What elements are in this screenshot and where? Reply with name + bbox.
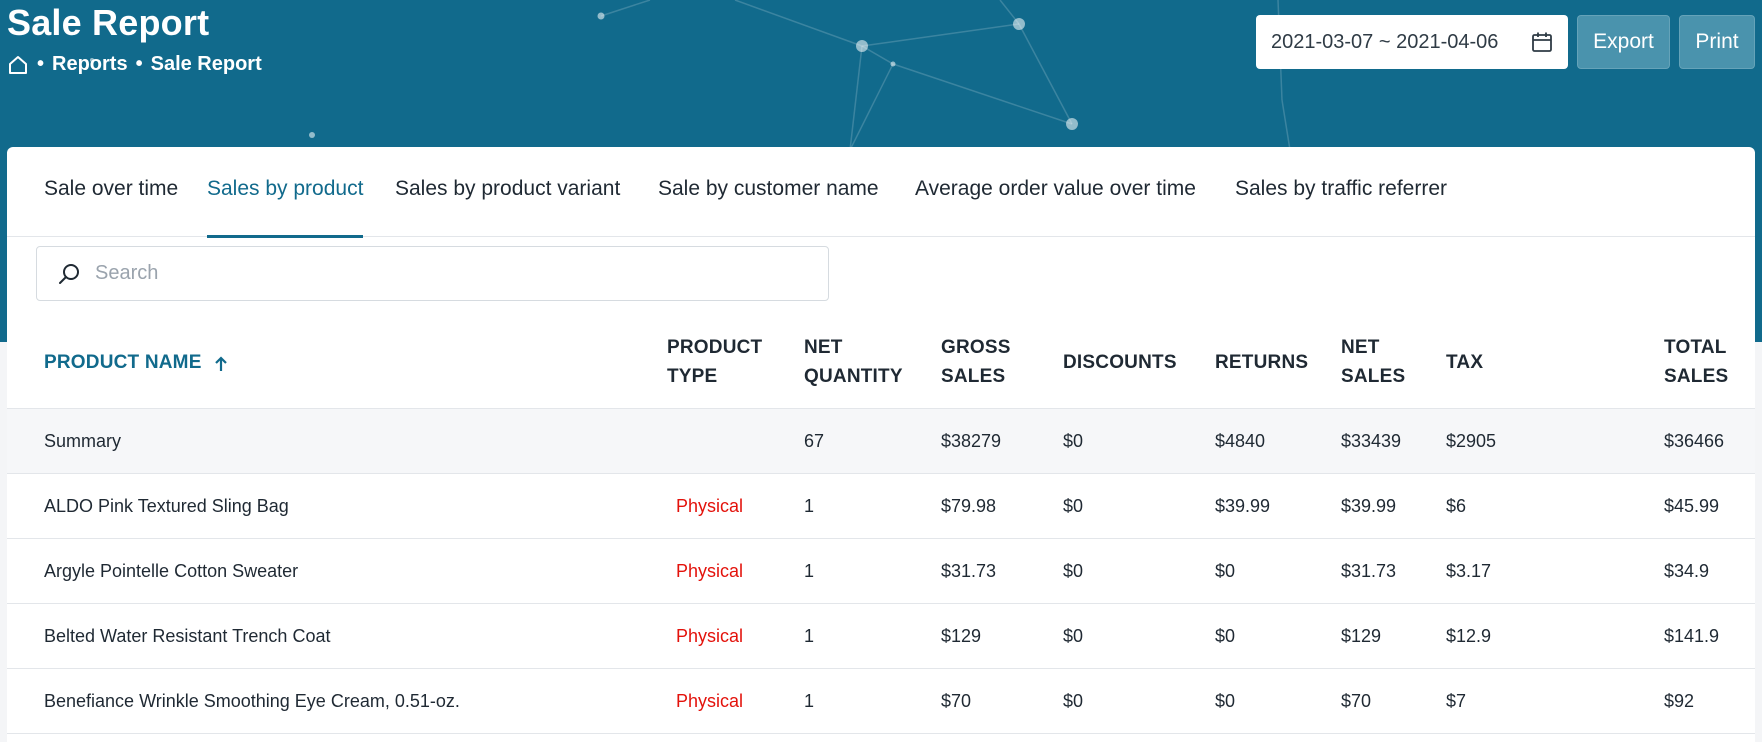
tab-sales-by-product[interactable]: Sales by product xyxy=(207,177,364,238)
column-header-label: NET xyxy=(1341,337,1380,358)
column-header-discounts[interactable]: DISCOUNTS xyxy=(1063,315,1177,409)
gross-sales: $79.98 xyxy=(941,495,997,516)
table-row[interactable]: Belted Water Resistant Trench Coat Physi… xyxy=(7,604,1755,669)
column-header-net-quantity[interactable]: NET QUANTITY xyxy=(804,315,903,409)
discounts: $0 xyxy=(1063,690,1084,711)
table-row[interactable]: Argyle Pointelle Cotton Sweater Physical… xyxy=(7,539,1755,604)
column-header-label: TOTAL xyxy=(1664,337,1727,358)
date-range-picker[interactable]: 2021-03-07 ~ 2021-04-06 xyxy=(1256,15,1568,69)
product-type: Physical xyxy=(676,495,744,516)
search-icon xyxy=(57,262,81,286)
summary-net-sales: $33439 xyxy=(1341,430,1402,451)
column-header-label: PRODUCT xyxy=(667,337,763,358)
print-button[interactable]: Print xyxy=(1679,15,1755,69)
column-header-net-sales[interactable]: NET SALES xyxy=(1341,315,1405,409)
discounts: $0 xyxy=(1063,495,1084,516)
product-type: Physical xyxy=(676,560,744,581)
product-name[interactable]: Belted Water Resistant Trench Coat xyxy=(44,604,330,668)
table-row[interactable]: Benefiance Wrinkle Smoothing Eye Cream, … xyxy=(7,669,1755,734)
sales-table: PRODUCT NAME PRODUCT TYPE NET QUANTITY GRO… xyxy=(7,315,1755,734)
column-header-tax[interactable]: TAX xyxy=(1446,315,1483,409)
discounts: $0 xyxy=(1063,560,1084,581)
product-name[interactable]: ALDO Pink Textured Sling Bag xyxy=(44,474,289,538)
returns: $39.99 xyxy=(1215,495,1271,516)
net-sales: $39.99 xyxy=(1341,495,1397,516)
returns: $0 xyxy=(1215,690,1236,711)
tax: $6 xyxy=(1446,495,1467,516)
column-header-returns[interactable]: RETURNS xyxy=(1215,315,1308,409)
summary-total-sales: $36466 xyxy=(1664,430,1725,451)
gross-sales: $129 xyxy=(941,625,982,646)
summary-row: Summary 67 $38279 $0 $4840 $33439 $2905 … xyxy=(7,409,1755,474)
tab-average-order-value[interactable]: Average order value over time xyxy=(915,177,1196,237)
column-header-label: SALES xyxy=(1664,366,1729,387)
column-header-total-sales[interactable]: TOTAL SALES xyxy=(1664,315,1728,409)
returns: $0 xyxy=(1215,625,1236,646)
tax: $7 xyxy=(1446,690,1467,711)
product-name[interactable]: Argyle Pointelle Cotton Sweater xyxy=(44,539,298,603)
column-header-label: SALES xyxy=(941,366,1006,387)
total-sales: $141.9 xyxy=(1664,625,1720,646)
gross-sales: $70 xyxy=(941,690,972,711)
summary-discounts: $0 xyxy=(1063,430,1084,451)
net-quantity: 1 xyxy=(804,560,815,581)
column-header-product-name[interactable]: PRODUCT NAME xyxy=(44,315,230,409)
column-header-gross-sales[interactable]: GROSS SALES xyxy=(941,315,1011,409)
tab-sale-over-time[interactable]: Sale over time xyxy=(44,177,178,237)
net-sales: $129 xyxy=(1341,625,1382,646)
export-button[interactable]: Export xyxy=(1577,15,1670,69)
column-header-label: QUANTITY xyxy=(804,366,903,387)
product-name[interactable]: Benefiance Wrinkle Smoothing Eye Cream, … xyxy=(44,669,460,733)
home-icon[interactable] xyxy=(7,54,29,76)
summary-tax: $2905 xyxy=(1446,430,1497,451)
search-input[interactable] xyxy=(95,262,695,285)
breadcrumb-current: Sale Report xyxy=(150,53,262,75)
date-range-value: 2021-03-07 ~ 2021-04-06 xyxy=(1271,30,1499,53)
total-sales: $92 xyxy=(1664,690,1695,711)
table-row[interactable]: ALDO Pink Textured Sling Bag Physical 1 … xyxy=(7,474,1755,539)
column-header-label: NET xyxy=(804,337,843,358)
summary-gross-sales: $38279 xyxy=(941,430,1002,451)
total-sales: $45.99 xyxy=(1664,495,1720,516)
total-sales: $34.9 xyxy=(1664,560,1710,581)
net-quantity: 1 xyxy=(804,690,815,711)
arrow-up-icon xyxy=(212,353,230,371)
breadcrumb: • Reports • Sale Report xyxy=(7,53,262,76)
calendar-icon[interactable] xyxy=(1530,30,1554,54)
summary-returns: $4840 xyxy=(1215,430,1266,451)
net-quantity: 1 xyxy=(804,495,815,516)
column-header-label: SALES xyxy=(1341,366,1406,387)
net-quantity: 1 xyxy=(804,625,815,646)
gross-sales: $31.73 xyxy=(941,560,997,581)
report-tabs: Sale over time Sales by product Sales by… xyxy=(7,147,1755,238)
column-header-product-type[interactable]: PRODUCT TYPE xyxy=(667,315,762,409)
page-title: Sale Report xyxy=(7,2,210,43)
returns: $0 xyxy=(1215,560,1236,581)
summary-label: Summary xyxy=(44,430,122,451)
breadcrumb-separator: • xyxy=(37,53,45,75)
column-header-label: PRODUCT NAME xyxy=(44,351,202,373)
search-box[interactable] xyxy=(36,246,829,301)
tab-sale-by-customer-name[interactable]: Sale by customer name xyxy=(658,177,879,237)
net-sales: $31.73 xyxy=(1341,560,1397,581)
product-type: Physical xyxy=(676,625,744,646)
column-header-label: GROSS xyxy=(941,337,1011,358)
tab-sales-by-traffic-referrer[interactable]: Sales by traffic referrer xyxy=(1235,177,1447,237)
table-header: PRODUCT NAME PRODUCT TYPE NET QUANTITY GRO… xyxy=(7,315,1755,409)
product-type: Physical xyxy=(676,690,744,711)
summary-net-quantity: 67 xyxy=(804,430,825,451)
tab-sales-by-product-variant[interactable]: Sales by product variant xyxy=(395,177,620,237)
report-card: Sale over time Sales by product Sales by… xyxy=(7,147,1755,742)
discounts: $0 xyxy=(1063,625,1084,646)
column-header-label: TYPE xyxy=(667,366,718,387)
breadcrumb-separator: • xyxy=(135,53,143,75)
tax: $3.17 xyxy=(1446,560,1492,581)
tax: $12.9 xyxy=(1446,625,1492,646)
breadcrumb-reports[interactable]: Reports xyxy=(52,53,128,76)
net-sales: $70 xyxy=(1341,690,1372,711)
